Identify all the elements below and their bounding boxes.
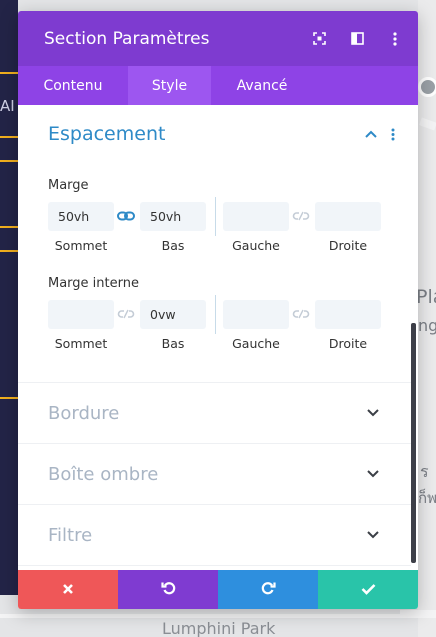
section-label: Filtre: [48, 524, 93, 546]
sidebar-text: AI: [0, 97, 15, 115]
map-label-thai-1: ร: [420, 462, 429, 481]
padding-bottom-input[interactable]: 0vw: [140, 300, 206, 329]
link-vertical-icon[interactable]: [116, 209, 136, 223]
margin-bottom-input[interactable]: 50vh: [140, 202, 206, 231]
section-label: Bordure: [48, 402, 120, 424]
padding-right-input[interactable]: [315, 300, 381, 329]
chevron-down-icon[interactable]: [365, 405, 381, 421]
header-icons: [290, 30, 418, 48]
margin-bottom-caption: Bas: [161, 238, 185, 253]
link-horizontal-icon[interactable]: [291, 209, 311, 223]
scrollbar[interactable]: [411, 323, 416, 563]
link-vertical-icon[interactable]: [116, 307, 136, 321]
map-label-thai-2: ก็พ: [418, 489, 436, 507]
chevron-down-icon[interactable]: [365, 466, 381, 482]
more-vertical-icon[interactable]: [386, 30, 404, 48]
padding-top-input[interactable]: [48, 300, 114, 329]
margin-right-input[interactable]: [315, 202, 381, 231]
map-pin-icon: [418, 77, 436, 97]
cancel-button[interactable]: [18, 570, 118, 609]
modal-tabs: Contenu Style Avancé: [18, 66, 418, 105]
builder-sidebar: AI: [0, 0, 18, 595]
redo-icon: [261, 580, 276, 599]
margin-label: Marge: [48, 178, 89, 193]
section-header-bordure[interactable]: Bordure: [18, 382, 411, 443]
section-header-filtre[interactable]: Filtre: [18, 504, 411, 565]
tab-style[interactable]: Style: [128, 66, 211, 105]
save-button[interactable]: [318, 570, 418, 609]
map-label-pla: Pla: [416, 286, 436, 308]
modal-body: Espacement Marge 50vh 50vh Sommet Bas Ga…: [18, 105, 418, 570]
check-icon: [361, 580, 376, 599]
padding-bottom-caption: Bas: [161, 336, 185, 351]
margin-top-input[interactable]: 50vh: [48, 202, 114, 231]
section-header-espacement[interactable]: Espacement: [18, 105, 411, 163]
padding-left-input[interactable]: [223, 300, 289, 329]
margin-top-caption: Sommet: [54, 238, 108, 253]
undo-button[interactable]: [118, 570, 218, 609]
section-label: Boîte ombre: [48, 463, 159, 485]
close-icon: [62, 580, 74, 599]
redo-button[interactable]: [218, 570, 318, 609]
margin-left-input[interactable]: [223, 202, 289, 231]
tab-contenu[interactable]: Contenu: [18, 66, 128, 105]
margin-right-caption: Droite: [328, 238, 368, 253]
modal-header: Section Paramètres: [18, 11, 418, 66]
padding-left-caption: Gauche: [232, 336, 280, 351]
chevron-down-icon[interactable]: [365, 527, 381, 543]
modal-footer: [18, 570, 418, 609]
divider: [215, 197, 216, 236]
fullscreen-icon[interactable]: [310, 30, 328, 48]
divider: [215, 295, 216, 334]
modal-title: Section Paramètres: [44, 28, 210, 49]
section-more-icon[interactable]: [385, 126, 401, 142]
padding-top-caption: Sommet: [54, 336, 108, 351]
section-title: Espacement: [48, 123, 166, 145]
map-label-ng: ng: [418, 316, 436, 335]
margin-left-caption: Gauche: [232, 238, 280, 253]
section-header-boite-ombre[interactable]: Boîte ombre: [18, 443, 411, 504]
padding-label: Marge interne: [48, 276, 139, 291]
tab-avance[interactable]: Avancé: [211, 66, 313, 105]
link-horizontal-icon[interactable]: [291, 307, 311, 321]
chevron-up-icon[interactable]: [363, 126, 379, 142]
section-settings-modal: Section Paramètres Contenu Style Avancé …: [18, 11, 418, 609]
padding-right-caption: Droite: [328, 336, 368, 351]
split-layout-icon[interactable]: [348, 30, 366, 48]
map-label-lumphini: Lumphini Park: [162, 619, 276, 637]
undo-icon: [160, 580, 176, 599]
